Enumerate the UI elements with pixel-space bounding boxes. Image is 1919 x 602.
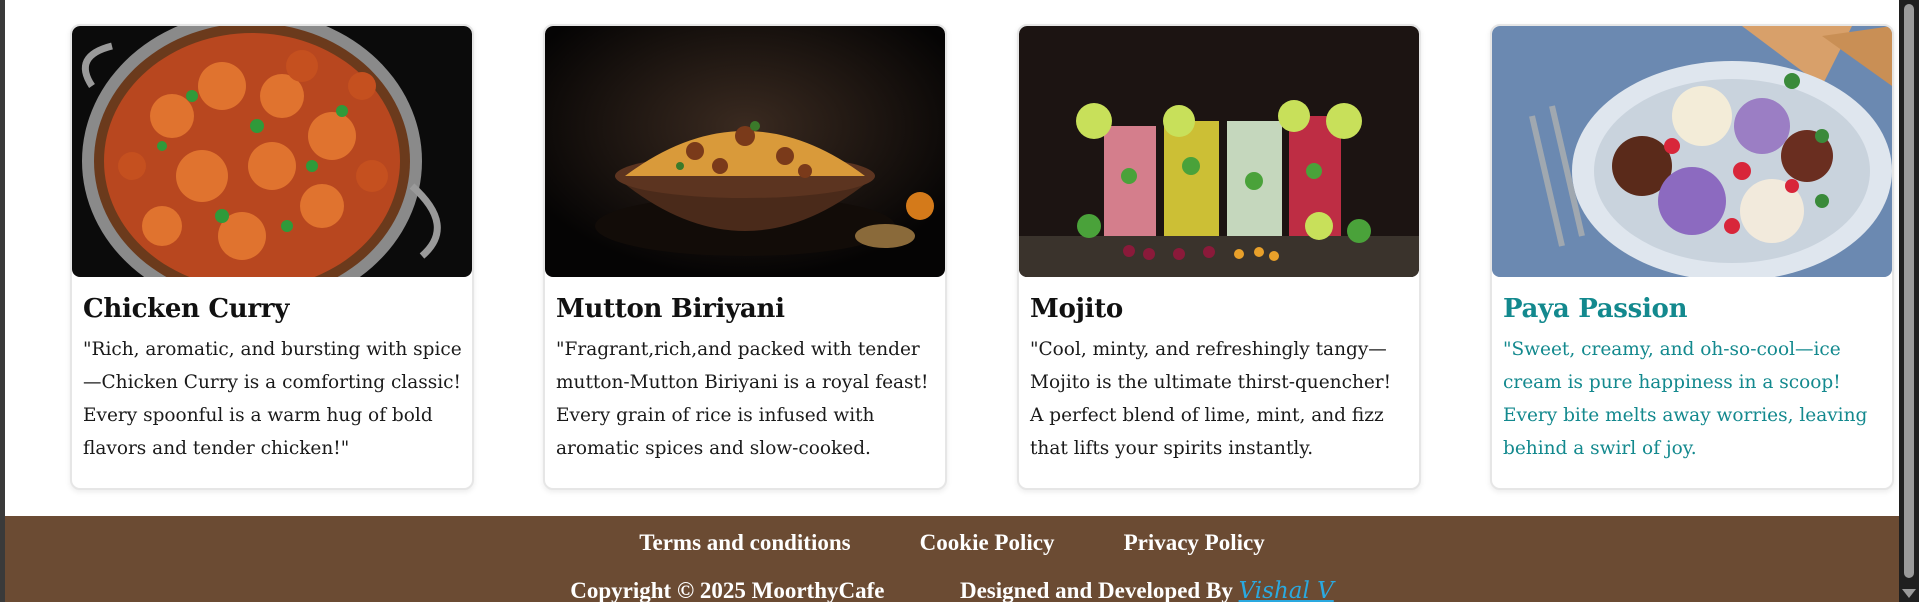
- cookie-policy-link[interactable]: Cookie Policy: [920, 530, 1055, 556]
- footer-links: Terms and conditions Cookie Policy Priva…: [5, 530, 1899, 556]
- mojito-image: [1019, 26, 1419, 277]
- card-description: "Rich, aromatic, and bursting with spice…: [83, 339, 462, 459]
- ice-cream-image: [1492, 26, 1892, 277]
- card-title: Chicken Curry: [83, 294, 290, 324]
- card-title: Mojito: [1030, 294, 1123, 324]
- card-description: "Cool, minty, and refreshingly tangy—Moj…: [1030, 339, 1392, 459]
- copyright-text: Copyright © 2025 MoorthyCafe: [570, 578, 885, 602]
- menu-cards: Chicken Curry "Rich, aromatic, and burst…: [5, 0, 1899, 516]
- page: Chicken Curry "Rich, aromatic, and burst…: [5, 0, 1899, 602]
- menu-card-paya-passion[interactable]: Paya Passion "Sweet, creamy, and oh-so-c…: [1490, 24, 1894, 490]
- menu-card-chicken-curry[interactable]: Chicken Curry "Rich, aromatic, and burst…: [70, 24, 474, 490]
- card-description: "Sweet, creamy, and oh-so-cool—ice cream…: [1503, 339, 1868, 459]
- card-description: "Fragrant,rich,and packed with tender mu…: [556, 339, 929, 459]
- terms-link[interactable]: Terms and conditions: [639, 530, 850, 556]
- vertical-scrollbar[interactable]: [1899, 0, 1919, 602]
- mutton-biriyani-image: [545, 26, 945, 277]
- menu-card-mutton-biriyani[interactable]: Mutton Biriyani "Fragrant,rich,and packe…: [543, 24, 947, 490]
- developer-link[interactable]: Vishal V: [1239, 578, 1334, 602]
- menu-card-mojito[interactable]: Mojito "Cool, minty, and refreshingly ta…: [1017, 24, 1421, 490]
- scroll-down-arrow-icon[interactable]: [1902, 589, 1916, 598]
- footer-credits: Copyright © 2025 MoorthyCafe Designed an…: [5, 578, 1899, 602]
- site-footer: Terms and conditions Cookie Policy Priva…: [5, 516, 1899, 602]
- card-title: Paya Passion: [1503, 294, 1688, 324]
- privacy-policy-link[interactable]: Privacy Policy: [1124, 530, 1265, 556]
- card-title: Mutton Biriyani: [556, 294, 785, 324]
- chicken-curry-image: [72, 26, 472, 277]
- designed-by-text: Designed and Developed By: [959, 578, 1233, 602]
- scrollbar-thumb[interactable]: [1904, 4, 1914, 578]
